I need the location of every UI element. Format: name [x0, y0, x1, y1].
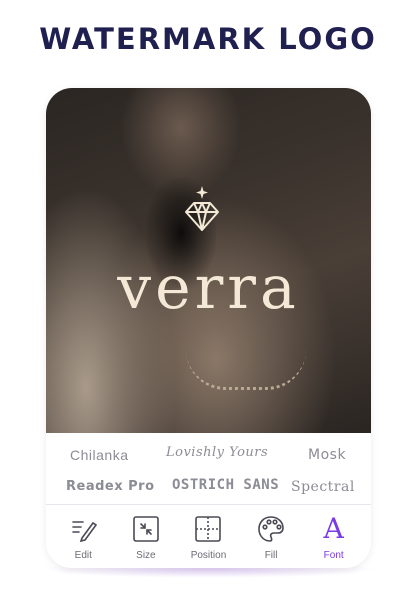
tool-size[interactable]: Size: [116, 514, 176, 561]
palette-icon: [258, 516, 284, 542]
font-option-chilanka[interactable]: Chilanka: [70, 447, 128, 463]
pencil-icon: [72, 521, 98, 543]
font-option-ostrich-sans[interactable]: OSTRICH SANS: [172, 477, 279, 493]
tool-font-label: Font: [323, 550, 344, 561]
position-grid-icon: [195, 516, 222, 542]
tool-fill[interactable]: Fill: [241, 514, 301, 561]
font-option-lovishly-yours[interactable]: Lovishly Yours: [166, 445, 268, 460]
tool-fill-label: Fill: [264, 550, 278, 561]
tool-position[interactable]: Position: [178, 514, 238, 561]
phone-card: verra Chilanka Lovishly Yours Mosk Reade…: [46, 88, 371, 568]
font-a-icon: A: [323, 512, 344, 545]
tool-size-label: Size: [136, 550, 156, 561]
font-option-mosk[interactable]: Mosk: [308, 447, 346, 463]
logo-wordmark[interactable]: verra: [46, 258, 371, 318]
tool-edit[interactable]: Edit: [53, 514, 113, 561]
photo-detail-necklace: [186, 350, 306, 390]
tool-font[interactable]: A Font: [304, 512, 364, 562]
tool-edit-label: Edit: [74, 550, 92, 561]
bottom-toolbar: Edit Size Position Fill A Font: [46, 506, 371, 568]
page-headline: WATERMARK LOGO: [39, 22, 377, 56]
resize-icon: [133, 516, 159, 542]
font-option-readex-pro[interactable]: Readex Pro: [66, 479, 155, 494]
font-picker: Chilanka Lovishly Yours Mosk Readex Pro …: [46, 433, 371, 505]
diamond-logo-icon[interactable]: [172, 184, 232, 246]
tool-position-label: Position: [190, 550, 227, 561]
font-option-spectral[interactable]: Spectral: [291, 479, 355, 495]
preview-photo: verra: [46, 88, 371, 433]
